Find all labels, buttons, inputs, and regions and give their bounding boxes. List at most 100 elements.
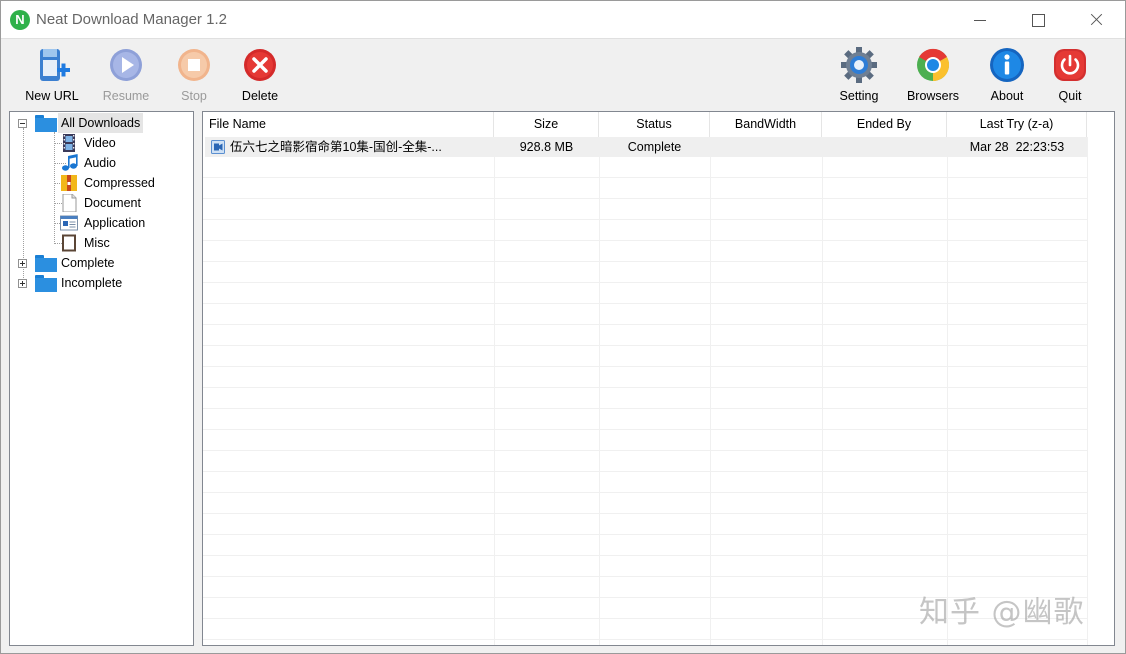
- about-button[interactable]: About: [982, 44, 1032, 104]
- chrome-icon: [917, 48, 950, 82]
- folder-icon: [35, 275, 57, 292]
- tree-item-incomplete[interactable]: Incomplete: [10, 273, 193, 293]
- tree-item-label: All Downloads: [58, 113, 144, 133]
- tree-item-label: Audio: [84, 156, 116, 170]
- tree-item-label: Incomplete: [61, 276, 123, 290]
- toolbar: New URL Resume Stop Delete Setting Brows…: [1, 40, 1125, 108]
- folder-icon: [35, 255, 57, 272]
- delete-icon: [244, 49, 276, 81]
- browsers-label: Browsers: [906, 89, 960, 103]
- tree-item-label: Compressed: [84, 176, 155, 190]
- app-window: N Neat Download Manager 1.2 New URL Resu…: [0, 0, 1126, 654]
- empty-grid-row: [203, 493, 1087, 514]
- resume-label: Resume: [102, 89, 150, 103]
- tree-item-label: Document: [84, 196, 141, 210]
- column-header-ended-by[interactable]: Ended By: [822, 112, 947, 137]
- empty-grid-row: [203, 178, 1087, 199]
- resume-button[interactable]: Resume: [97, 44, 155, 104]
- quit-button[interactable]: Quit: [1047, 44, 1093, 104]
- empty-grid-row: [203, 409, 1087, 430]
- gear-icon: [841, 47, 877, 83]
- empty-grid-row: [203, 430, 1087, 451]
- empty-grid-row: [203, 325, 1087, 346]
- minimize-button[interactable]: [951, 1, 1009, 39]
- column-header-file-name[interactable]: File Name: [203, 112, 494, 137]
- app-logo-icon: N: [10, 10, 30, 30]
- empty-grid-row: [203, 535, 1087, 556]
- film-icon: [63, 134, 75, 152]
- close-window-button[interactable]: [1067, 1, 1125, 39]
- tree-item-label: Video: [84, 136, 116, 150]
- stop-button[interactable]: Stop: [171, 44, 217, 104]
- empty-grid-row: [203, 157, 1087, 178]
- expand-icon[interactable]: [18, 259, 27, 268]
- cell-file-name: 伍六七之暗影宿命第10集-国创-全集-...: [230, 140, 442, 154]
- tree-item-misc[interactable]: Misc: [10, 233, 193, 253]
- tree-item-application[interactable]: Application: [10, 213, 193, 233]
- empty-grid-row: [203, 220, 1087, 241]
- tree-item-video[interactable]: Video: [10, 133, 193, 153]
- title-bar: N Neat Download Manager 1.2: [1, 1, 1125, 39]
- setting-label: Setting: [839, 89, 879, 103]
- stop-label: Stop: [181, 89, 207, 103]
- setting-button[interactable]: Setting: [831, 44, 887, 104]
- list-header: File Name Size Status BandWidth Ended By…: [203, 112, 1114, 137]
- maximize-button[interactable]: [1009, 1, 1067, 39]
- tree-item-audio[interactable]: Audio: [10, 153, 193, 173]
- info-icon: [990, 48, 1024, 82]
- grid-line: [1087, 137, 1088, 645]
- window-title: Neat Download Manager 1.2: [36, 11, 227, 28]
- about-label: About: [990, 89, 1024, 103]
- expand-icon[interactable]: [18, 279, 27, 288]
- tree-item-complete[interactable]: Complete: [10, 253, 193, 273]
- empty-grid-row: [203, 388, 1087, 409]
- collapse-icon[interactable]: [18, 119, 27, 128]
- empty-grid-row: [203, 472, 1087, 493]
- stop-icon: [178, 49, 210, 81]
- cell-bandwidth: [710, 137, 822, 157]
- power-icon: [1054, 49, 1086, 81]
- empty-grid-row: [203, 241, 1087, 262]
- new-url-label: New URL: [25, 89, 79, 103]
- tree-item-all-downloads[interactable]: All Downloads: [10, 113, 193, 133]
- play-icon: [110, 49, 142, 81]
- download-list: File Name Size Status BandWidth Ended By…: [202, 111, 1115, 646]
- column-header-bandwidth[interactable]: BandWidth: [710, 112, 822, 137]
- empty-grid-row: [203, 304, 1087, 325]
- new-url-icon: [40, 49, 70, 81]
- browsers-button[interactable]: Browsers: [899, 44, 967, 104]
- empty-grid-row: [203, 199, 1087, 220]
- table-row[interactable]: 伍六七之暗影宿命第10集-国创-全集-... 928.8 MB Complete…: [205, 137, 1087, 157]
- empty-grid-row: [203, 514, 1087, 535]
- empty-grid-row: [203, 283, 1087, 304]
- new-url-button[interactable]: New URL: [21, 44, 83, 104]
- cell-size: 928.8 MB: [519, 140, 574, 154]
- video-file-icon: [211, 140, 225, 154]
- cell-ended-by: [822, 137, 947, 157]
- tree-item-label: Complete: [61, 256, 115, 270]
- document-icon: [62, 194, 77, 212]
- empty-grid-row: [203, 367, 1087, 388]
- tree-item-compressed[interactable]: Compressed: [10, 173, 193, 193]
- empty-grid-row: [203, 262, 1087, 283]
- folder-icon: [35, 115, 57, 132]
- misc-file-icon: [62, 234, 76, 252]
- tree-item-document[interactable]: Document: [10, 193, 193, 213]
- empty-grid-row: [203, 556, 1087, 577]
- tree-item-label: Application: [84, 216, 146, 230]
- empty-grid-row: [203, 346, 1087, 367]
- empty-grid-row: [203, 640, 1087, 645]
- delete-label: Delete: [241, 89, 279, 103]
- category-tree: All Downloads Video Audio Compressed Doc…: [9, 111, 194, 646]
- empty-grid-row: [203, 451, 1087, 472]
- column-header-last-try[interactable]: Last Try (z-a): [947, 112, 1087, 137]
- watermark: 知乎 @幽歌: [919, 595, 1085, 630]
- column-header-status[interactable]: Status: [599, 112, 710, 137]
- application-window-icon: [60, 215, 78, 231]
- archive-icon: [61, 175, 77, 191]
- tree-item-label: Misc: [84, 236, 110, 250]
- cell-status: Complete: [627, 140, 682, 154]
- delete-button[interactable]: Delete: [235, 44, 285, 104]
- music-note-icon: [62, 154, 78, 171]
- column-header-size[interactable]: Size: [494, 112, 599, 137]
